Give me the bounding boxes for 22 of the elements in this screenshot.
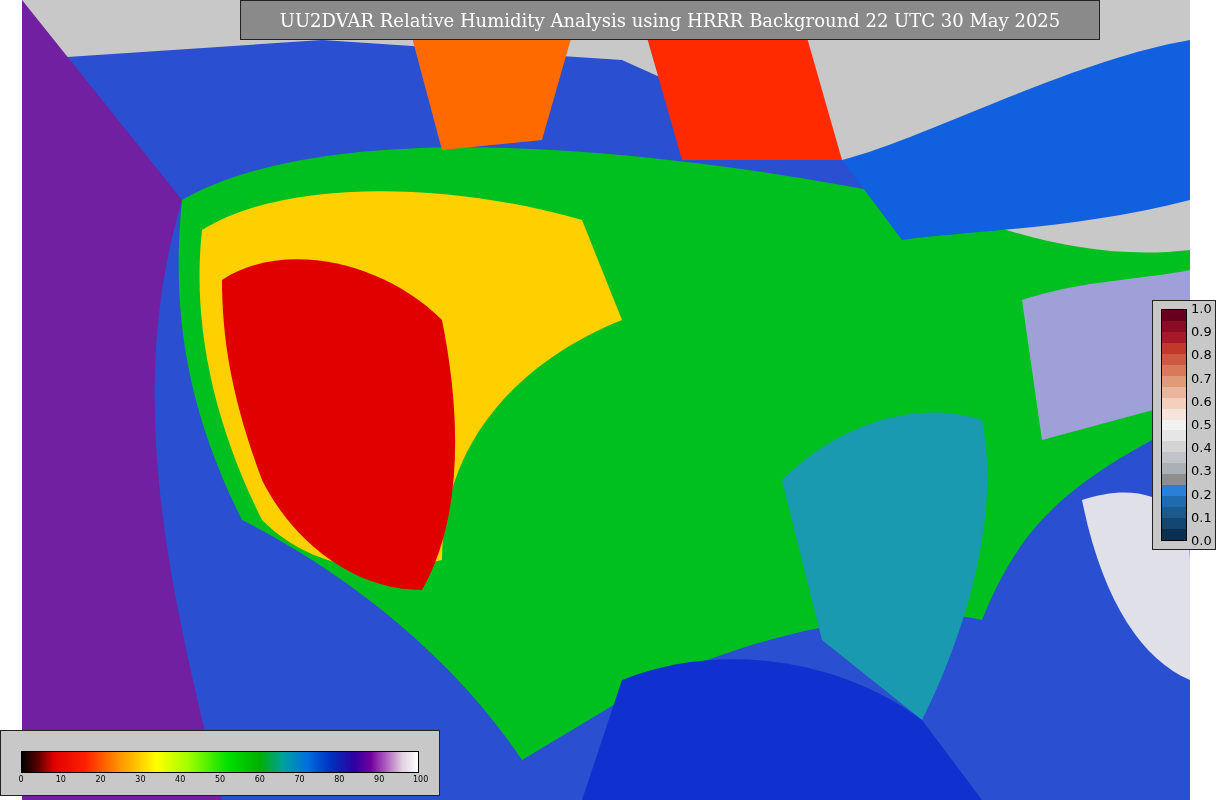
legend-tick-label: 50	[214, 775, 226, 784]
map-title: UU2DVAR Relative Humidity Analysis using HRRR Background 22 UTC 30 May 2025	[240, 0, 1100, 40]
legend-tick-label: 30	[134, 775, 147, 784]
legend-tick-label: 0.8	[1191, 347, 1212, 364]
legend-tick-label: 80	[333, 775, 346, 784]
legend-tick-label: 70	[293, 775, 306, 784]
legend-tick-label: 1.0	[1191, 301, 1212, 317]
legend-tick-label: 0	[17, 775, 25, 784]
legend-tick-label: 20	[94, 775, 107, 784]
legend-tick-label: 90	[373, 775, 386, 784]
legend-tick-label: 0.3	[1191, 463, 1212, 480]
legend-tick-label: 0.1	[1191, 509, 1212, 526]
legend-tick-label: 0.4	[1191, 440, 1212, 457]
legend-tick-label: 0.7	[1191, 370, 1212, 387]
legend-tick-label: 0.6	[1191, 393, 1212, 410]
legend-tick-label: 40	[174, 775, 187, 784]
legend-tick-label: 0.0	[1191, 532, 1212, 549]
legend-tick-label: 60	[253, 775, 266, 784]
legend-tick-label: 0.9	[1191, 324, 1212, 341]
legend-tick-label: 10	[54, 775, 67, 784]
legend-tick-label: 0.2	[1191, 486, 1212, 503]
legend-tick-label: 0.5	[1191, 416, 1212, 433]
